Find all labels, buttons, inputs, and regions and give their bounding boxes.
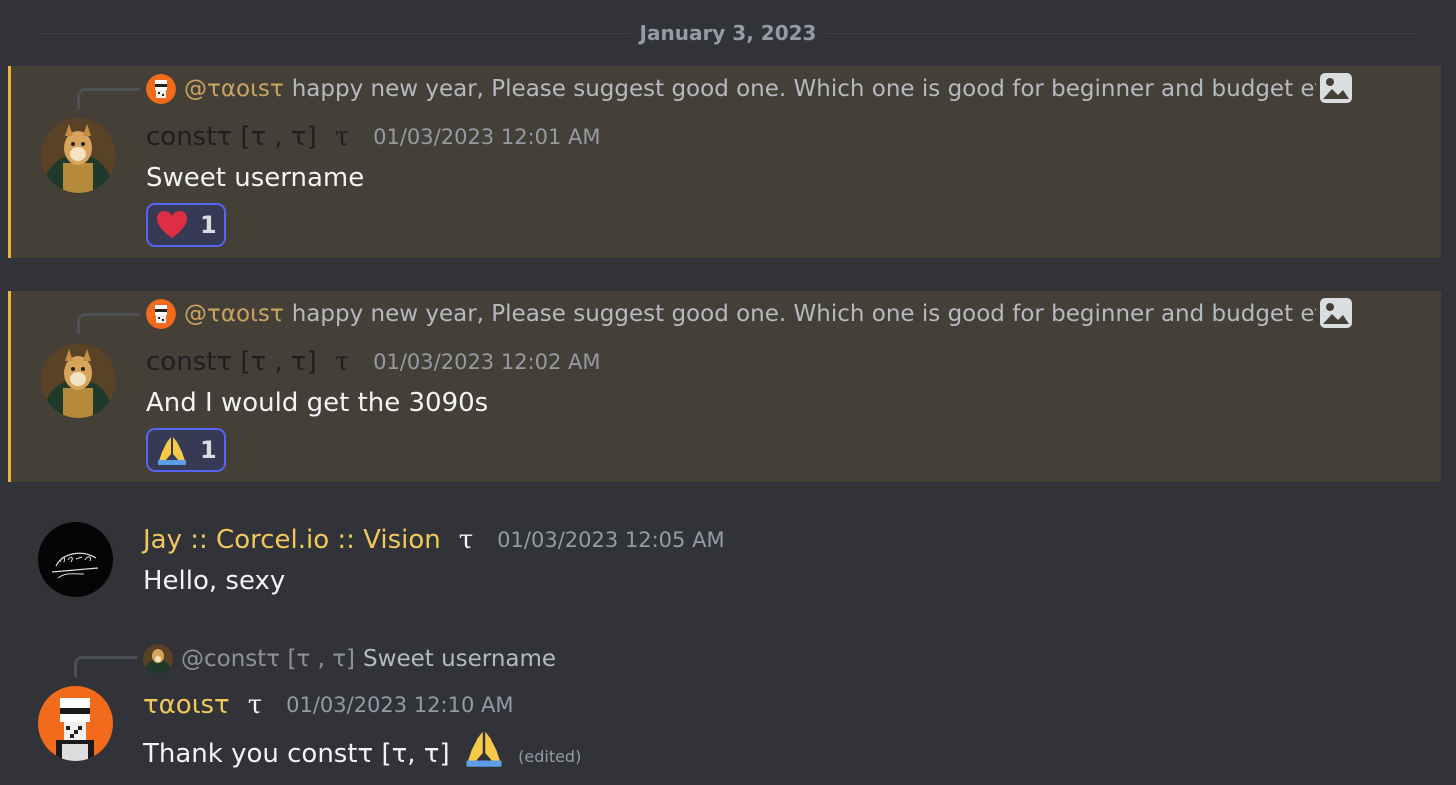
tau-badge-icon[interactable]: τ	[335, 122, 349, 152]
folded-hands-icon	[158, 437, 186, 465]
username[interactable]: Jay :: Corcel.io :: Vision	[143, 525, 441, 555]
message-4[interactable]: @constτ [τ , τ] Sweet username ταοιsτ τ …	[8, 630, 1441, 785]
reply-text[interactable]: happy new year, Please suggest good one.…	[292, 76, 1316, 102]
reaction-heart[interactable]: 1	[146, 203, 226, 247]
image-icon	[1320, 73, 1352, 103]
reaction-folded-hands[interactable]: 1	[146, 428, 226, 472]
user-avatar[interactable]	[41, 118, 116, 193]
tau-badge-icon[interactable]: τ	[248, 690, 262, 720]
message-content: Sweet username	[146, 163, 365, 193]
message-header: ταοιsτ τ 01/03/2023 12:10 AM	[143, 688, 513, 722]
tau-badge-icon[interactable]: τ	[459, 525, 473, 555]
message-3[interactable]: Jay :: Corcel.io :: Vision τ 01/03/2023 …	[8, 510, 1441, 620]
heart-icon	[157, 211, 187, 238]
folded-hands-icon	[466, 731, 502, 767]
reply-preview[interactable]: @ταοιsτ happy new year, Please suggest g…	[146, 299, 1316, 329]
message-header: Jay :: Corcel.io :: Vision τ 01/03/2023 …	[143, 523, 725, 557]
message-1[interactable]: @ταοιsτ happy new year, Please suggest g…	[8, 66, 1441, 258]
timestamp[interactable]: 01/03/2023 12:05 AM	[497, 528, 724, 552]
message-header: constτ [τ , τ] τ 01/03/2023 12:01 AM	[146, 120, 601, 154]
message-2[interactable]: @ταοιsτ happy new year, Please suggest g…	[8, 291, 1441, 482]
reply-text[interactable]: happy new year, Please suggest good one.…	[292, 301, 1316, 327]
reply-preview[interactable]: @constτ [τ , τ] Sweet username	[143, 644, 843, 674]
reaction-count: 1	[200, 211, 217, 239]
user-avatar[interactable]	[41, 343, 116, 418]
edited-label: (edited)	[518, 747, 582, 766]
user-avatar[interactable]	[38, 686, 113, 761]
username[interactable]: constτ [τ , τ]	[146, 122, 317, 152]
timestamp[interactable]: 01/03/2023 12:01 AM	[373, 125, 600, 149]
date-divider: January 3, 2023	[0, 20, 1456, 46]
reply-author[interactable]: @ταοιsτ	[184, 76, 284, 102]
reply-avatar[interactable]	[146, 74, 176, 104]
reply-connector	[74, 656, 137, 677]
reply-author[interactable]: @ταοιsτ	[184, 301, 284, 327]
timestamp[interactable]: 01/03/2023 12:10 AM	[286, 693, 513, 717]
username[interactable]: constτ [τ , τ]	[146, 347, 317, 377]
reaction-count: 1	[200, 436, 217, 464]
date-divider-label: January 3, 2023	[629, 21, 827, 45]
message-content: Hello, sexy	[143, 566, 286, 596]
message-content: And I would get the 3090s	[146, 388, 489, 418]
message-content: Thank you constτ [τ, τ] (edited)	[143, 728, 581, 774]
reply-preview[interactable]: @ταοιsτ happy new year, Please suggest g…	[146, 74, 1316, 104]
reply-avatar[interactable]	[143, 644, 173, 674]
message-text: Thank you constτ [τ, τ]	[143, 739, 450, 769]
tau-badge-icon[interactable]: τ	[335, 347, 349, 377]
username[interactable]: ταοιsτ	[143, 690, 230, 720]
chat-log: January 3, 2023 @ταοιsτ happy new year, …	[0, 0, 1456, 785]
user-avatar[interactable]	[38, 522, 113, 597]
reply-author[interactable]: @constτ [τ , τ]	[181, 646, 355, 672]
message-header: constτ [τ , τ] τ 01/03/2023 12:02 AM	[146, 345, 601, 379]
reply-connector	[77, 313, 140, 334]
reply-text[interactable]: Sweet username	[363, 646, 556, 672]
reply-avatar[interactable]	[146, 299, 176, 329]
image-icon	[1320, 298, 1352, 328]
reply-connector	[77, 88, 140, 109]
timestamp[interactable]: 01/03/2023 12:02 AM	[373, 350, 600, 374]
